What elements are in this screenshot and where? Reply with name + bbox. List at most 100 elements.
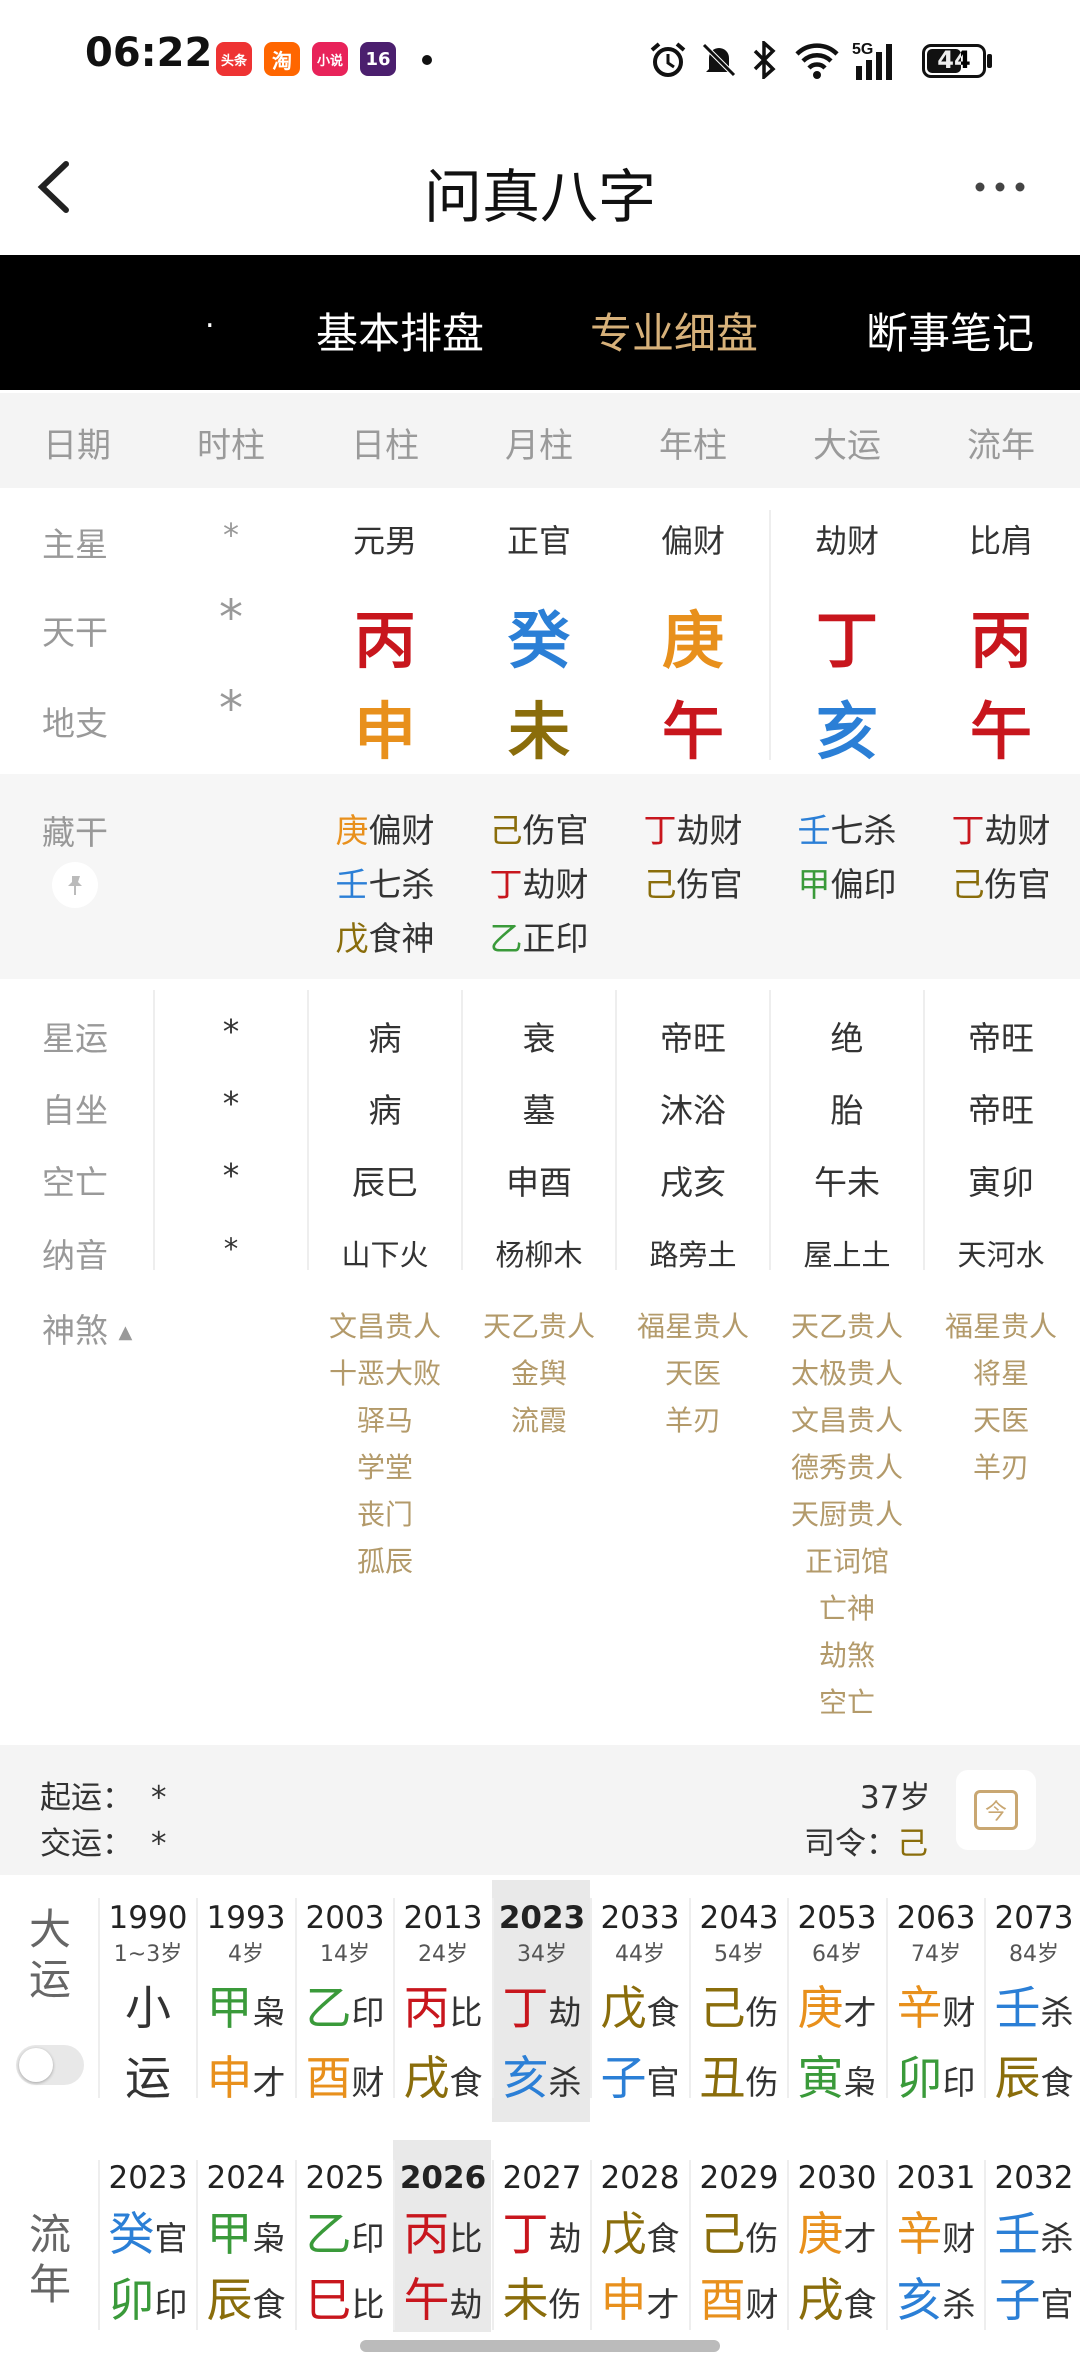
liunian-item[interactable]: 2032 壬杀 子官 <box>986 2160 1080 2330</box>
tab-basic[interactable]: 基本排盘 <box>316 300 484 361</box>
more-button[interactable] <box>970 170 1030 204</box>
today-button[interactable]: 今 <box>956 1770 1036 1850</box>
col-header-day: 日柱 <box>351 426 419 466</box>
shensha-toggle[interactable]: 神煞 ▲ <box>42 1304 132 1352</box>
dayun-gan-row: 壬杀 <box>986 1972 1080 2038</box>
shensha-item[interactable]: 学堂 <box>308 1446 462 1486</box>
liunian-item[interactable]: 2026 丙比 午劫 <box>395 2160 491 2330</box>
shensha-item[interactable]: 空亡 <box>770 1681 924 1721</box>
dayun-zhi-shishen: 伤 <box>745 2063 779 2102</box>
tiangan-char[interactable]: 丙 <box>308 590 462 680</box>
dayun-gan: 戊 <box>600 1981 647 2035</box>
liunian-label: 流年 <box>28 2210 71 2309</box>
dayun-item[interactable]: 1993 4岁 甲枭 申才 <box>198 1900 294 2108</box>
shensha-item[interactable]: 流霞 <box>462 1399 616 1439</box>
dayun-gan: 甲 <box>206 1981 253 2035</box>
dayun-gan-shishen: 才 <box>843 1993 877 2032</box>
liunian-item[interactable]: 2023 癸官 卯印 <box>100 2160 196 2330</box>
shensha-item[interactable]: 天医 <box>616 1352 770 1392</box>
zhuxing-cell: 比肩 <box>968 522 1033 560</box>
shensha-item[interactable]: 天乙贵人 <box>770 1305 924 1345</box>
nayin-cell: 杨柳木 <box>495 1238 583 1272</box>
shensha-item[interactable]: 文昌贵人 <box>770 1399 924 1439</box>
dayun-toggle[interactable] <box>16 2045 84 2085</box>
kongwang-cell: 午未 <box>814 1163 880 1202</box>
dayun-gan: 壬 <box>994 1981 1041 2035</box>
liunian-item[interactable]: 2025 乙印 巳比 <box>297 2160 393 2330</box>
dayun-item[interactable]: 1990 1~3岁小运 <box>100 1900 196 2108</box>
dayun-item[interactable]: 2003 14岁 乙印 酉财 <box>297 1900 393 2108</box>
dayun-item[interactable]: 2073 84岁 壬杀 辰食 <box>986 1900 1080 2108</box>
dizhi-char[interactable]: 午 <box>616 681 770 771</box>
liunian-zhi: 子 <box>994 2273 1041 2327</box>
liunian-item[interactable]: 2027 丁劫 未伤 <box>494 2160 590 2330</box>
more-notifications-dot <box>422 55 432 65</box>
tiangan-char[interactable]: * <box>154 590 308 646</box>
dayun-zhi-row: 申才 <box>198 2042 294 2108</box>
shensha-item[interactable]: 丧门 <box>308 1493 462 1533</box>
dayun-zhi-row: 酉财 <box>297 2042 393 2108</box>
canggan-item: 己伤官 <box>462 804 616 852</box>
shensha-item[interactable]: 福星贵人 <box>616 1305 770 1345</box>
status-time: 06:22 <box>85 30 213 76</box>
shensha-item[interactable]: 将星 <box>924 1352 1078 1392</box>
dayun-age: 4岁 <box>228 1942 264 1967</box>
dayun-item[interactable]: 2063 74岁 辛财 卯印 <box>888 1900 984 2108</box>
canggan-shishen: 劫财 <box>522 865 589 904</box>
dizhi-char[interactable]: 未 <box>462 681 616 771</box>
col-header-month: 月柱 <box>505 426 573 466</box>
jiaoyun-line: 交运： * <box>40 1826 167 1862</box>
shensha-item[interactable]: 天厨贵人 <box>770 1493 924 1533</box>
shensha-item[interactable]: 劫煞 <box>770 1634 924 1674</box>
tiangan-char[interactable]: 丁 <box>770 590 924 680</box>
dayun-item[interactable]: 2013 24岁 丙比 戌食 <box>395 1900 491 2108</box>
shensha-item[interactable]: 文昌贵人 <box>308 1305 462 1345</box>
shensha-item[interactable]: 亡神 <box>770 1587 924 1627</box>
liunian-item[interactable]: 2030 庚才 戌食 <box>789 2160 885 2330</box>
dayun-item[interactable]: 2023 34岁 丁劫 亥杀 <box>494 1900 590 2108</box>
liunian-zhi: 午 <box>403 2273 450 2327</box>
liunian-zhi-shishen: 杀 <box>942 2285 976 2324</box>
pin-button[interactable] <box>52 862 98 908</box>
shensha-item[interactable]: 德秀贵人 <box>770 1446 924 1486</box>
shensha-item[interactable]: 十恶大败 <box>308 1352 462 1392</box>
canggan-gan: 甲 <box>797 865 831 904</box>
shensha-item[interactable]: 金舆 <box>462 1352 616 1392</box>
shensha-item[interactable]: 驿马 <box>308 1399 462 1439</box>
shensha-item[interactable]: 孤辰 <box>308 1540 462 1580</box>
tiangan-char[interactable]: 庚 <box>616 590 770 680</box>
shensha-item[interactable]: 羊刃 <box>924 1446 1078 1486</box>
xingyun-cell: 帝旺 <box>660 1019 726 1058</box>
shensha-item[interactable]: 天医 <box>924 1399 1078 1439</box>
home-indicator[interactable] <box>360 2340 720 2352</box>
dayun-gan-row: 甲枭 <box>198 1972 294 2038</box>
shensha-item[interactable]: 福星贵人 <box>924 1305 1078 1345</box>
dayun-item[interactable]: 2043 54岁 己伤 丑伤 <box>691 1900 787 2108</box>
dizhi-char[interactable]: 申 <box>308 681 462 771</box>
tab-professional[interactable]: 专业细盘 <box>590 300 758 361</box>
canggan-gan: 己 <box>643 865 677 904</box>
liunian-gan: 甲 <box>206 2207 253 2261</box>
shensha-item[interactable]: 太极贵人 <box>770 1352 924 1392</box>
dizhi-char[interactable]: 亥 <box>770 681 924 771</box>
tiangan-char[interactable]: 癸 <box>462 590 616 680</box>
shensha-item[interactable]: 正词馆 <box>770 1540 924 1580</box>
liunian-item[interactable]: 2024 甲枭 辰食 <box>198 2160 294 2330</box>
liunian-item[interactable]: 2031 辛财 亥杀 <box>888 2160 984 2330</box>
tab-hidden[interactable]: . <box>205 300 215 335</box>
liunian-item[interactable]: 2028 戊食 申才 <box>592 2160 688 2330</box>
shensha-item[interactable]: 天乙贵人 <box>462 1305 616 1345</box>
dizhi-char[interactable]: * <box>154 681 308 737</box>
dayun-item[interactable]: 2053 64岁 庚才 寅枭 <box>789 1900 885 2108</box>
dayun-age: 1~3岁 <box>113 1942 183 1967</box>
canggan-gan: 壬 <box>335 865 369 904</box>
liunian-item[interactable]: 2029 己伤 酉财 <box>691 2160 787 2330</box>
dayun-item[interactable]: 2033 44岁 戊食 子官 <box>592 1900 688 2108</box>
shensha-item[interactable]: 羊刃 <box>616 1399 770 1439</box>
tab-notes[interactable]: 断事笔记 <box>866 300 1034 361</box>
liunian-gan-row: 癸官 <box>100 2198 196 2264</box>
dayun-gan-shishen: 伤 <box>745 1993 779 2032</box>
dizhi-char[interactable]: 午 <box>924 681 1078 771</box>
tiangan-char[interactable]: 丙 <box>924 590 1078 680</box>
zizuo-cell: 病 <box>368 1091 402 1130</box>
